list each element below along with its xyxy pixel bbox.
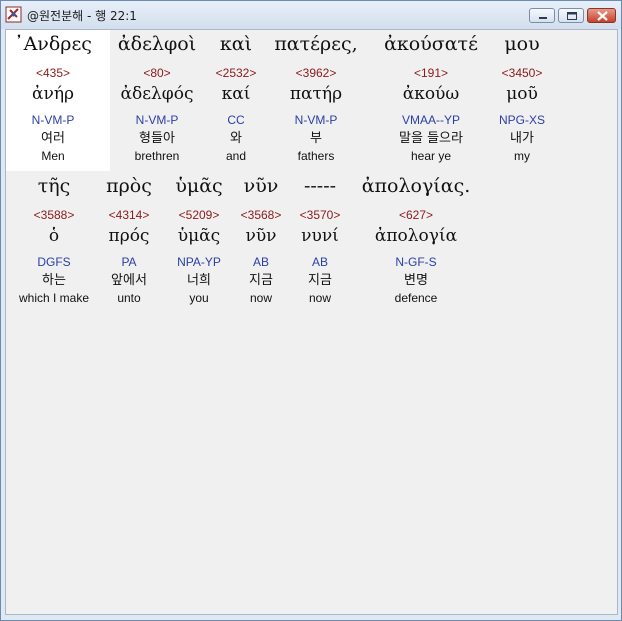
close-button[interactable] (587, 8, 616, 23)
word-english: my (514, 149, 530, 163)
window-title: @원전분해 - 행 22:1 (27, 9, 137, 23)
word-english: defence (394, 291, 438, 305)
word-greek[interactable]: πατέρες, (256, 32, 376, 56)
word-lemma: ἀπολογία (374, 226, 458, 246)
word-korean: 내가 (510, 131, 534, 146)
word-morph: NPG-XS (498, 113, 545, 127)
word-korean: 변명 (404, 273, 428, 288)
word-lemma: μοῦ (506, 84, 538, 104)
word-greek[interactable]: ἀπολογίας. (356, 174, 476, 198)
maximize-button[interactable] (558, 8, 584, 23)
app-window: @원전분해 - 행 22:1 ᾿Ανδρες <435> ἀνήρ N-VM-P 여러 M… (0, 0, 622, 621)
word-morph: N-GF-S (395, 255, 437, 269)
word-strong[interactable]: <3450> (462, 66, 582, 81)
word-korean: 부 (310, 131, 322, 146)
title-bar[interactable]: @원전분해 - 행 22:1 (1, 1, 621, 29)
word-morph: N-VM-P (294, 113, 338, 127)
interlinear-panel: ᾿Ανδρες <435> ἀνήρ N-VM-P 여러 Men ἀδελφοὶ <80> ἀδ… (5, 29, 618, 615)
app-icon[interactable] (5, 6, 22, 23)
word-strong[interactable]: <3962> (256, 66, 376, 81)
word-greek[interactable]: μου (462, 32, 582, 56)
word-strong[interactable]: <627> (356, 208, 476, 223)
minimize-button[interactable] (529, 8, 555, 23)
word-english: fathers (297, 149, 335, 163)
word-lemma: πατήρ (289, 84, 343, 104)
